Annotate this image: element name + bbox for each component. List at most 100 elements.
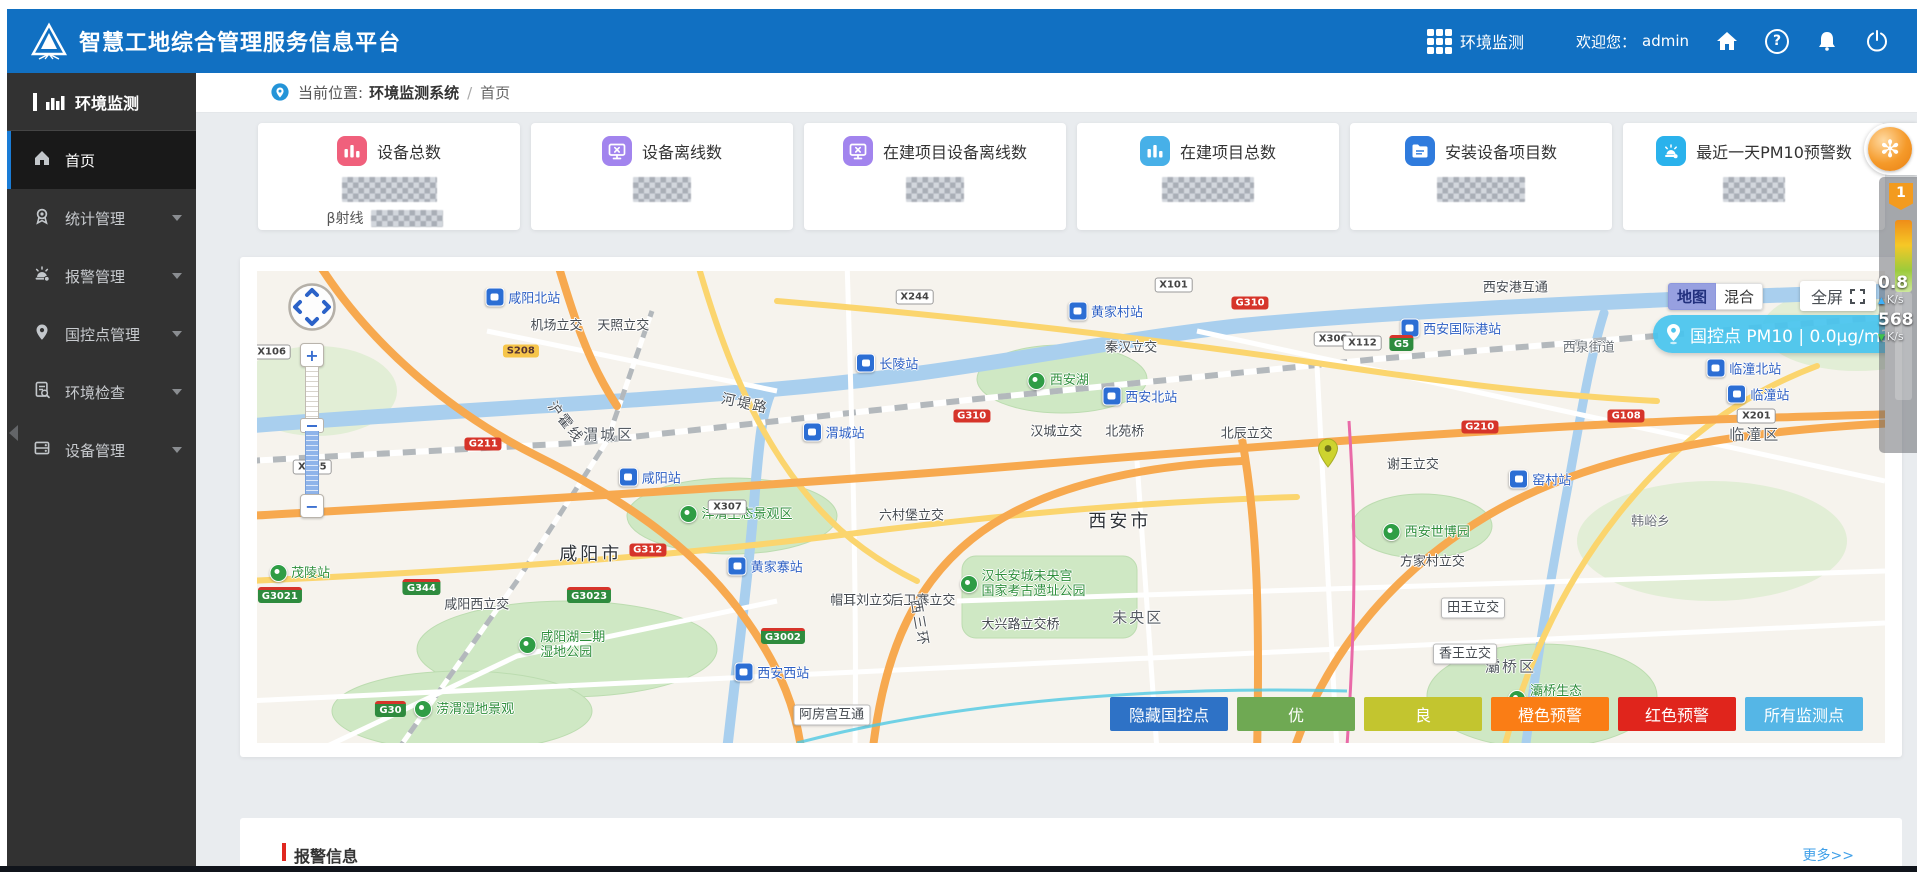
bell-icon[interactable] xyxy=(1815,29,1839,53)
map-compass-control[interactable] xyxy=(287,282,337,332)
bars-icon xyxy=(1139,136,1170,166)
map-scenic-label: 涝渭湿地景观 xyxy=(436,701,515,717)
map-station-label: 西安北站 xyxy=(1125,390,1178,406)
road-shield-g3021: G3021 xyxy=(257,586,302,603)
screen: 智慧工地综合管理服务信息平台 环境监测 欢迎您： admin ? 环境监测 首页… xyxy=(0,0,1917,872)
map-road-name: 沪霍线 xyxy=(544,398,587,447)
legend-button-0[interactable]: 隐藏国控点 xyxy=(1110,697,1228,731)
map-junction-label: 北苑桥 xyxy=(1105,424,1145,440)
metro-icon xyxy=(1706,358,1726,378)
map-junction-label: 香王立交 xyxy=(1432,643,1497,665)
map-type-map-button[interactable]: 地图 xyxy=(1668,283,1716,310)
zoom-track-upper[interactable] xyxy=(305,366,319,419)
breadcrumb: 当前位置: 环境监测系统 / 首页 xyxy=(196,73,1917,113)
power-icon[interactable] xyxy=(1865,29,1889,53)
stat-card-5: 最近一天PM10预警数 xyxy=(1623,123,1885,230)
alarm-more-link[interactable]: 更多>> xyxy=(1803,845,1854,865)
sidebar-item-3[interactable]: 国控点管理 xyxy=(7,305,196,363)
metro-icon xyxy=(1102,386,1122,406)
sidebar-item-label: 首页 xyxy=(65,151,96,170)
chevron-down-icon xyxy=(172,389,182,395)
sidebar-collapse-arrow[interactable] xyxy=(9,425,18,441)
module-grid-icon[interactable] xyxy=(1426,28,1452,54)
app-title: 智慧工地综合管理服务信息平台 xyxy=(79,31,402,56)
map-station-marker: 咸阳站 xyxy=(615,467,681,487)
road-shield-x244: X244 xyxy=(895,289,934,305)
zoom-out-button[interactable]: − xyxy=(300,494,324,518)
download-unit: K/s xyxy=(1886,330,1904,343)
home-icon xyxy=(33,149,51,171)
stat-card-4: 安装设备项目数 xyxy=(1350,123,1612,230)
metro-icon xyxy=(1727,384,1747,404)
map-city-label: 未央区 xyxy=(1112,608,1164,627)
fullscreen-button[interactable]: 全屏 xyxy=(1800,281,1876,311)
map-scenic-marker: 茂陵站 xyxy=(265,564,330,583)
road-shield-g210: G210 xyxy=(1461,420,1499,434)
stat-card-value-masked xyxy=(1437,177,1525,202)
folder-icon xyxy=(1404,136,1435,166)
map-station-marker: 临潼站 xyxy=(1723,384,1790,404)
sidebar-item-label: 设备管理 xyxy=(65,441,126,460)
breadcrumb-system[interactable]: 环境监测系统 xyxy=(369,82,459,103)
upload-arrow-icon: ▲ xyxy=(1878,296,1885,306)
tooltip-pin-icon xyxy=(1667,324,1680,345)
stat-card-subrow: β射线 xyxy=(258,208,520,228)
map-junction-label: 咸阳西立交 xyxy=(444,597,510,613)
zoom-track-lower[interactable] xyxy=(305,431,319,495)
road-shield-g344: G344 xyxy=(402,578,440,595)
sidebar-item-5[interactable]: 设备管理 xyxy=(7,421,196,479)
map-station-label: 咸阳站 xyxy=(641,471,681,487)
network-speeds: 0.8 ▲ K/s 568 ▼ K/s xyxy=(1870,274,1917,348)
metro-icon xyxy=(1509,469,1529,489)
sidebar-item-2[interactable]: 报警管理 xyxy=(7,247,196,305)
map-station-label: 西安国际港站 xyxy=(1423,322,1502,338)
legend-button-4[interactable]: 红色预警 xyxy=(1618,697,1736,731)
map-scenic-label: 西安世博园 xyxy=(1404,524,1470,540)
map-type-hybrid-button[interactable]: 混合 xyxy=(1716,283,1763,310)
map-station-label: 黄家寨站 xyxy=(750,560,803,576)
map-canvas[interactable]: 西安市 咸阳市 渭城区 未央区 灞桥区 临潼区 韩峪乡 西泉街道 机场立交 天照立交 秦汉立交 汉城立… xyxy=(257,271,1885,743)
stat-card-value-masked xyxy=(906,177,964,202)
map-station-marker: 西安西站 xyxy=(730,662,810,682)
upload-speed: 0.8 xyxy=(1878,273,1909,293)
legend-button-5[interactable]: 所有监测点 xyxy=(1745,697,1863,731)
zoom-in-button[interactable]: + xyxy=(300,343,324,367)
alarm-title-accent xyxy=(282,843,286,861)
map-scenic-marker: 涝渭湿地景观 xyxy=(410,700,515,719)
fullscreen-label: 全屏 xyxy=(1810,288,1843,307)
road-shield-g5: G5 xyxy=(1389,334,1414,351)
map-city-label: 西泉街道 xyxy=(1562,340,1615,356)
road-shield-g312: G312 xyxy=(629,543,667,557)
map-junction-label: 天照立交 xyxy=(597,318,650,334)
map-scenic-marker: 西安湖 xyxy=(1024,371,1089,390)
map-station-marker: 黄家村站 xyxy=(1064,301,1143,321)
selected-monitor-pin[interactable] xyxy=(1317,438,1339,468)
sidebar-item-0[interactable]: 首页 xyxy=(7,131,196,189)
map-station-label: 临潼站 xyxy=(1750,388,1790,404)
help-icon[interactable]: ? xyxy=(1765,28,1789,54)
map-station-label: 西安西站 xyxy=(757,666,810,682)
monitor-icon xyxy=(842,136,873,166)
road-shield-g30: G30 xyxy=(375,701,406,718)
username[interactable]: admin xyxy=(1642,32,1689,50)
metro-icon xyxy=(802,422,822,442)
breadcrumb-prefix: 当前位置: xyxy=(298,84,364,102)
fullscreen-icon xyxy=(1850,288,1865,304)
stat-card-0: 设备总数 β射线 xyxy=(258,123,520,230)
module-switcher[interactable]: 环境监测 xyxy=(1460,29,1524,53)
road-shield-x112: X112 xyxy=(1343,335,1382,351)
download-speed: 568 xyxy=(1878,310,1914,330)
legend-button-2[interactable]: 良 xyxy=(1364,697,1482,731)
map-city-label: 西安市 xyxy=(1088,511,1152,533)
map-station-marker: 窑村站 xyxy=(1505,469,1571,489)
download-arrow-icon: ▼ xyxy=(1878,333,1885,343)
legend-button-1[interactable]: 优 xyxy=(1237,697,1355,731)
sidebar-item-4[interactable]: 环境检查 xyxy=(7,363,196,421)
accelerator-logo-icon[interactable]: ✻ xyxy=(1868,127,1912,171)
breadcrumb-page[interactable]: 首页 xyxy=(480,82,510,103)
legend-button-3[interactable]: 橙色预警 xyxy=(1491,697,1609,731)
stat-card-sub-value-masked xyxy=(371,209,444,227)
sidebar-item-1[interactable]: 统计管理 xyxy=(7,189,196,247)
home-icon[interactable] xyxy=(1715,29,1739,53)
upload-unit: K/s xyxy=(1886,293,1904,306)
